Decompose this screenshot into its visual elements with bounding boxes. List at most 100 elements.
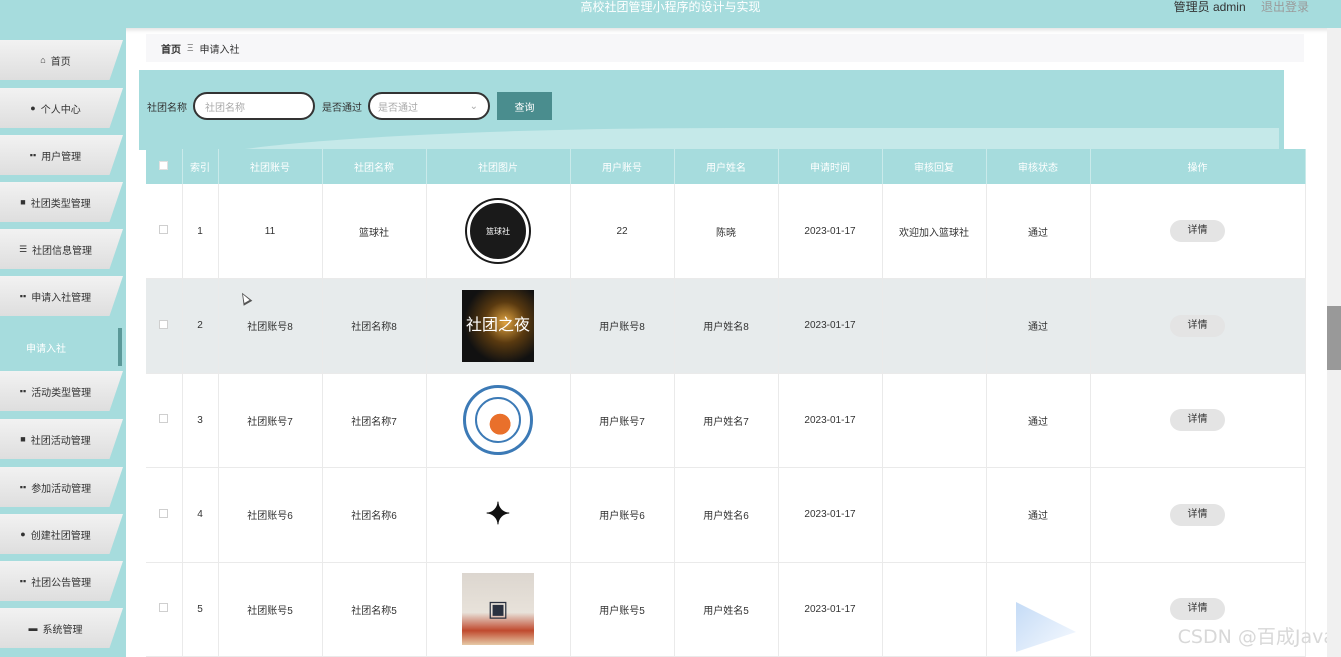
sidebar-item-10[interactable]: ● 创建社团管理: [0, 514, 123, 554]
sidebar-item-3[interactable]: ■ 社团类型管理: [0, 182, 123, 222]
cell-image: ✦: [426, 467, 571, 563]
sidebar-item-6[interactable]: 申请入社: [0, 328, 122, 366]
row-checkbox[interactable]: [159, 225, 169, 234]
approved-select[interactable]: 是否通过 ⌄: [368, 92, 490, 120]
person-icon: ●: [30, 103, 36, 113]
detail-button[interactable]: 详情: [1170, 314, 1225, 337]
cell-club-name: 社团名称7: [322, 373, 427, 468]
club-image: [462, 384, 534, 456]
cell-action: 详情: [1090, 467, 1306, 563]
briefcase-icon: ■: [20, 434, 26, 444]
football-club-logo-image: [463, 385, 533, 456]
cell-apply-time: 2023-01-17: [778, 184, 883, 279]
user-area: 管理员 admin 退出登录: [1174, 0, 1309, 15]
row-select-cell: [146, 184, 183, 279]
cell-status: 通过: [986, 373, 1091, 468]
sidebar-item-12[interactable]: ▬ 系统管理: [0, 608, 123, 648]
cell-user-account: 用户账号6: [570, 467, 675, 563]
select-all-checkbox[interactable]: [159, 160, 169, 170]
cell-apply-time: 2023-01-17: [778, 278, 883, 374]
detail-button[interactable]: 详情: [1170, 598, 1225, 621]
cell-club-account: 社团账号6: [218, 467, 323, 563]
sidebar-item-0[interactable]: ⌂ 首页: [0, 40, 123, 80]
cell-club-account: 社团账号5: [218, 562, 323, 657]
sidebar-item-7[interactable]: ▪▪ 活动类型管理: [0, 371, 123, 411]
sidebar-item-label: 用户管理: [41, 151, 82, 163]
sidebar-item-label: 活动类型管理: [31, 387, 92, 399]
cell-user-name: 用户姓名8: [674, 278, 779, 374]
sidebar-item-5[interactable]: ▪▪ 申请入社管理: [0, 276, 123, 316]
club-image: 篮球社: [462, 195, 534, 267]
sidebar-item-label: 社团信息管理: [32, 245, 93, 257]
detail-button[interactable]: 详情: [1170, 503, 1225, 526]
cell-reply: 欢迎加入篮球社: [882, 184, 987, 279]
cell-user-name: 陈晓: [674, 184, 779, 279]
sidebar-item-2[interactable]: ▪▪ 用户管理: [0, 135, 123, 175]
cell-index: 4: [182, 467, 219, 563]
club-name-placeholder: 社团名称: [205, 102, 245, 114]
breadcrumb-home[interactable]: 首页: [161, 41, 181, 56]
row-checkbox[interactable]: [159, 603, 169, 613]
cell-index: 3: [182, 373, 219, 468]
row-select-cell: [146, 562, 183, 657]
cell-user-account: 用户账号7: [570, 373, 675, 468]
sidebar-item-8[interactable]: ■ 社团活动管理: [0, 419, 123, 459]
column-header: 审核状态: [986, 149, 1091, 184]
column-header: 社团名称: [322, 149, 427, 184]
search-panel: 社团名称 社团名称 是否通过 是否通过 ⌄ 查询: [139, 70, 1284, 150]
table-row: 3 社团账号7 社团名称7 用户账号7 用户姓名7 2023-01-17 通过 详情: [146, 373, 1306, 468]
detail-button[interactable]: 详情: [1170, 409, 1225, 432]
query-button[interactable]: 查询: [497, 92, 552, 120]
cell-image: [426, 373, 571, 468]
cell-user-account: 用户账号5: [570, 562, 675, 657]
sidebar-item-1[interactable]: ● 个人中心: [0, 88, 123, 128]
search-row: 社团名称 社团名称 是否通过 是否通过 ⌄ 查询: [147, 92, 552, 120]
row-checkbox[interactable]: [159, 319, 169, 329]
table-header-row: 索引 社团账号 社团名称 社团图片 用户账号 用户姓名 申请时间 审核回复 审核状态 操作: [146, 149, 1306, 184]
column-header: 操作: [1090, 149, 1306, 184]
detail-button[interactable]: 详情: [1170, 220, 1225, 242]
cell-apply-time: 2023-01-17: [778, 562, 883, 657]
cell-club-name: 社团名称8: [322, 278, 427, 374]
row-select-cell: [146, 467, 183, 563]
column-header: 索引: [182, 149, 219, 184]
cell-image: ▣: [426, 562, 571, 657]
cell-image: 社团之夜: [426, 278, 571, 374]
cell-index: 5: [182, 562, 219, 657]
club-image: ▣: [462, 573, 534, 646]
sidebar-item-4[interactable]: ☰ 社团信息管理: [0, 229, 123, 269]
cell-user-account: 22: [570, 184, 675, 279]
cell-action: 详情: [1090, 184, 1306, 279]
calligraphy-club-logo-image: ✦: [462, 478, 534, 551]
sidebar-item-label: 参加活动管理: [31, 483, 92, 495]
list-icon: ☰: [18, 243, 28, 254]
pin-icon: ●: [20, 529, 26, 539]
cell-reply: [882, 562, 987, 657]
cell-index: 2: [182, 278, 219, 374]
cell-user-name: 用户姓名7: [674, 373, 779, 468]
table-row: 4 社团账号6 社团名称6 ✦ 用户账号6 用户姓名6 2023-01-17 通过 详情: [146, 467, 1306, 563]
page-scrollbar[interactable]: [1327, 28, 1341, 657]
scrollbar-thumb[interactable]: [1327, 306, 1341, 370]
cell-club-account: 社团账号7: [218, 373, 323, 468]
club-name-input[interactable]: 社团名称: [193, 92, 315, 120]
room-photo-image: ▣: [462, 573, 534, 646]
cell-status: 通过: [986, 467, 1091, 563]
sidebar-item-11[interactable]: ▪▪ 社团公告管理: [0, 561, 123, 601]
grid-icon: ▪▪: [19, 576, 27, 586]
row-checkbox[interactable]: [159, 508, 169, 518]
basketball-logo-image: 篮球社: [467, 200, 529, 262]
monitor-icon: ▬: [28, 623, 38, 633]
select-all-header[interactable]: [146, 149, 183, 184]
top-bar: 高校社团管理小程序的设计与实现 管理员 admin 退出登录: [0, 0, 1341, 28]
cell-club-account: 11: [218, 184, 323, 279]
cell-club-name: 篮球社: [322, 184, 427, 279]
logout-link[interactable]: 退出登录: [1261, 0, 1309, 14]
grid-icon: ▪▪: [19, 386, 27, 396]
cell-action: 详情: [1090, 373, 1306, 468]
home-icon: ⌂: [40, 55, 46, 65]
row-checkbox[interactable]: [159, 414, 169, 424]
cell-club-account: 社团账号8: [218, 278, 323, 374]
sidebar-item-label: 系统管理: [42, 624, 83, 636]
sidebar-item-9[interactable]: ▪▪ 参加活动管理: [0, 467, 123, 507]
